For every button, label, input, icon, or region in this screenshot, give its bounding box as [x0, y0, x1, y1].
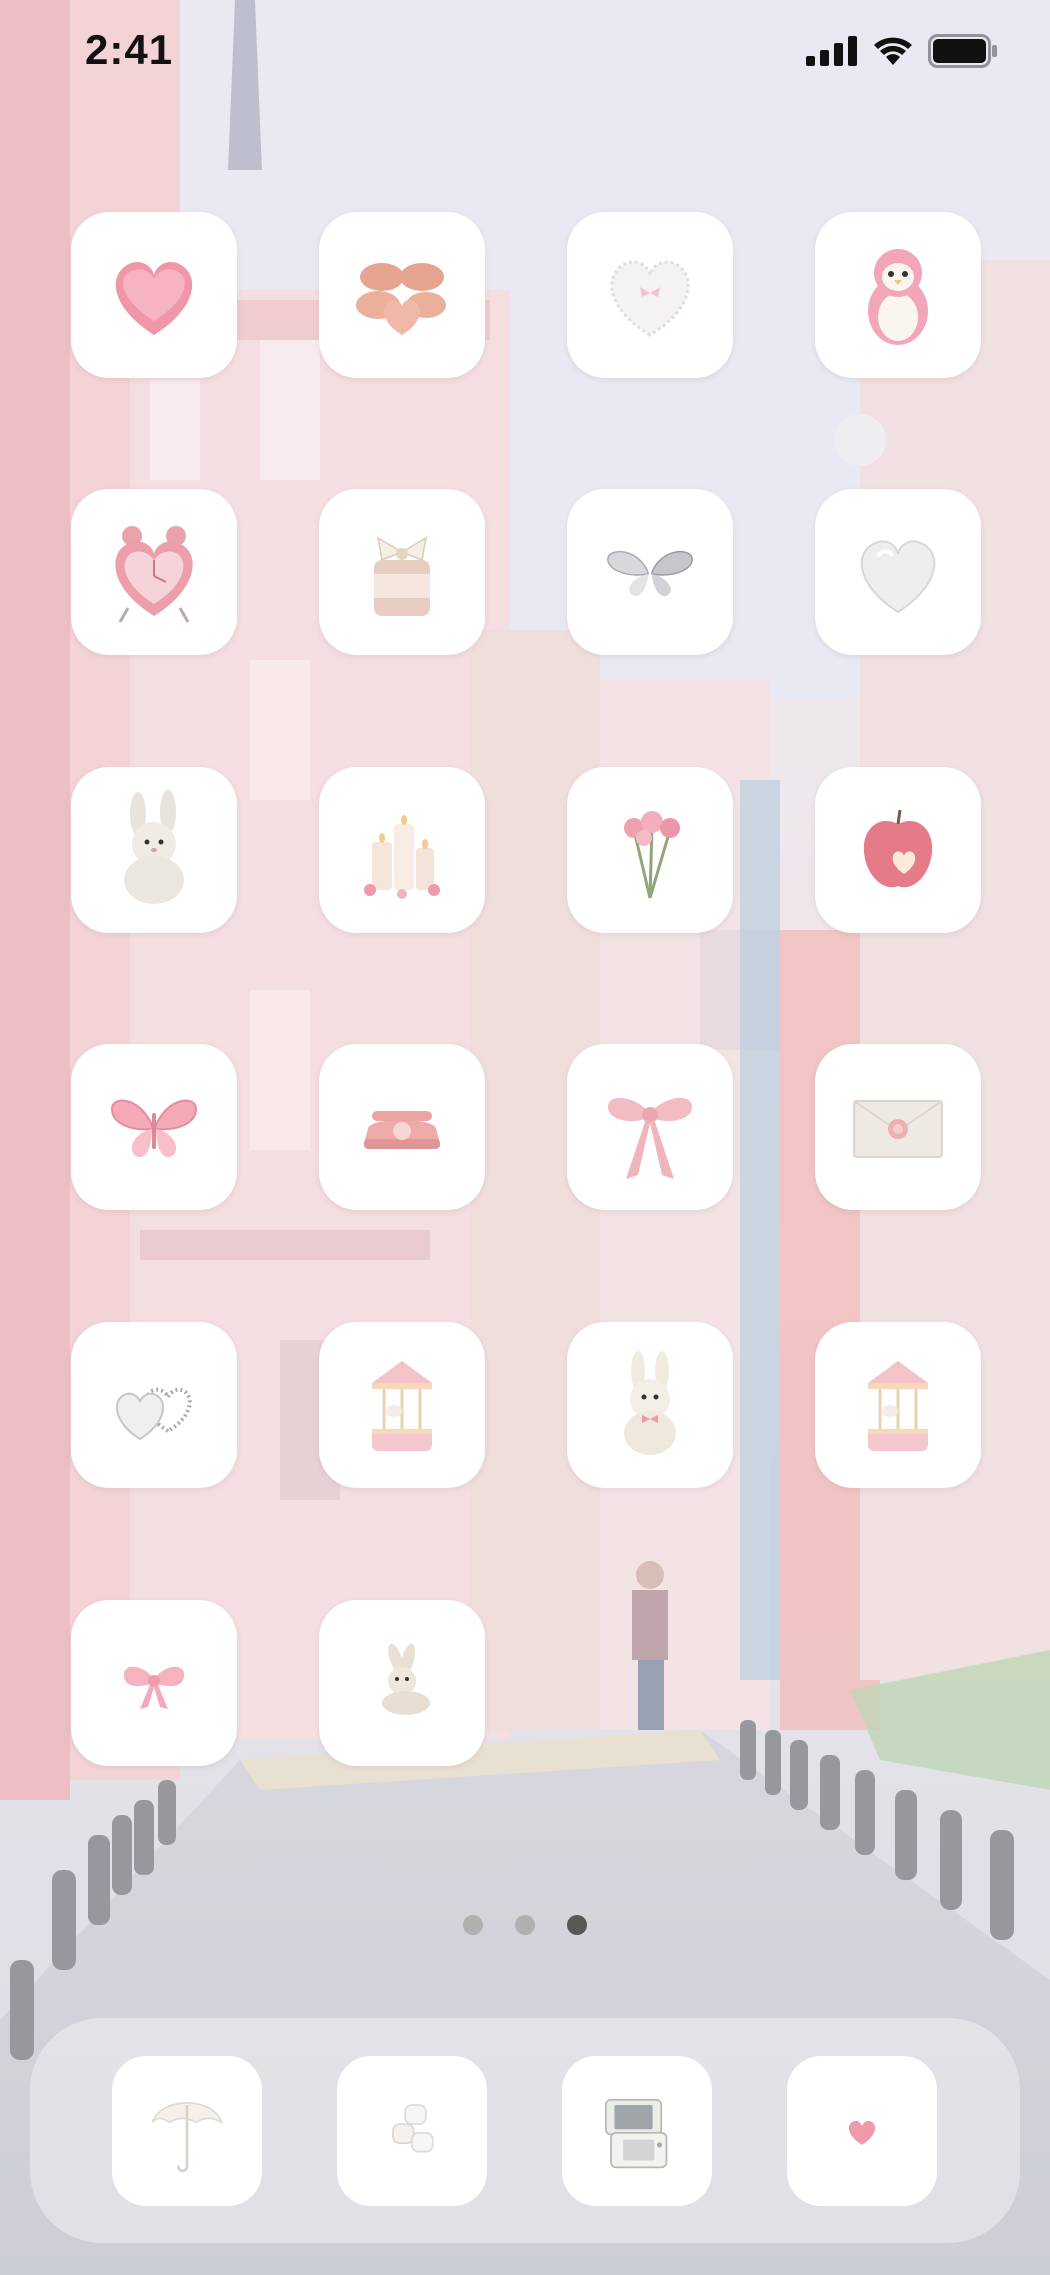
wifi-icon [874, 37, 912, 65]
app-icon-double-heart-charm[interactable] [71, 1322, 237, 1488]
pink-roses-bouquet-icon [624, 811, 680, 899]
app-icon-pink-rotary-phone[interactable] [319, 1044, 485, 1210]
candles-roses-icon [364, 815, 440, 899]
page-dot-1[interactable] [463, 1915, 483, 1935]
marshmallows-icon [392, 2104, 434, 2153]
double-heart-charm-icon [116, 1387, 192, 1441]
handheld-console-icon [604, 2098, 668, 2169]
battery-icon [928, 34, 997, 68]
app-icon-small-pink-bow[interactable] [71, 1600, 237, 1766]
app-icon-bunny-with-bow[interactable] [567, 1322, 733, 1488]
silver-butterfly-icon [607, 551, 693, 597]
app-icon-pink-butterfly[interactable] [71, 1044, 237, 1210]
pink-heart-sponge-icon [115, 261, 193, 335]
app-icon-candles-roses[interactable] [319, 767, 485, 933]
app-icon-carousel-music-box-2[interactable] [815, 1322, 981, 1488]
app-icon-pink-heart-sponge[interactable] [71, 212, 237, 378]
bunny-plush-icon [124, 790, 184, 904]
page-dot-2[interactable] [515, 1915, 535, 1935]
dock [30, 2018, 1020, 2243]
status-bar: 2:41 [0, 0, 1050, 110]
white-lace-umbrella-icon [151, 2102, 224, 2173]
app-icon-bunny-plush[interactable] [71, 767, 237, 933]
pink-penguin-plush-icon [868, 249, 928, 345]
status-icons [806, 34, 998, 68]
cellular-signal-icon [806, 36, 857, 66]
white-lace-heart-icon [610, 260, 690, 337]
dock-app-handheld-console[interactable] [562, 2056, 712, 2206]
lying-bunny-plush-icon [382, 1643, 430, 1715]
dock-app-marshmallows[interactable] [337, 2056, 487, 2206]
app-icon-pink-penguin-plush[interactable] [815, 212, 981, 378]
app-icon-carousel-music-box-1[interactable] [319, 1322, 485, 1488]
small-pink-bow-icon [123, 1666, 185, 1709]
page-dot-3-active[interactable] [567, 1915, 587, 1935]
app-icon-pink-ribbon-bow[interactable] [567, 1044, 733, 1210]
carousel-music-box-icon [868, 1361, 928, 1451]
app-icon-white-heart[interactable] [815, 489, 981, 655]
carousel-music-box-icon [372, 1361, 432, 1451]
app-icon-bow-candle-jar[interactable] [319, 489, 485, 655]
app-icon-lying-bunny-plush[interactable] [319, 1600, 485, 1766]
apple-heart-icon [863, 809, 933, 888]
dock-app-white-lace-umbrella[interactable] [112, 2056, 262, 2206]
heart-macarons-icon [356, 263, 446, 335]
bow-candle-jar-icon [374, 536, 430, 616]
dock-app-tiny-pink-heart[interactable] [787, 2056, 937, 2206]
heart-alarm-clock-icon [115, 526, 193, 623]
wax-seal-envelope-icon [853, 1100, 943, 1158]
app-icon-apple-heart[interactable] [815, 767, 981, 933]
status-time: 2:41 [85, 26, 174, 73]
bunny-with-bow-icon [624, 1351, 676, 1455]
app-icon-white-lace-heart[interactable] [567, 212, 733, 378]
app-icon-wax-seal-envelope[interactable] [815, 1044, 981, 1210]
app-icon-pink-roses-bouquet[interactable] [567, 767, 733, 933]
app-icon-heart-macarons[interactable] [319, 212, 485, 378]
app-icon-silver-butterfly[interactable] [567, 489, 733, 655]
pink-ribbon-bow-icon [608, 1097, 692, 1179]
white-heart-icon [860, 540, 936, 614]
pink-rotary-phone-icon [364, 1111, 440, 1149]
page-indicator[interactable] [0, 1915, 1050, 1935]
app-icon-heart-alarm-clock[interactable] [71, 489, 237, 655]
pink-butterfly-icon [110, 1099, 198, 1158]
tiny-pink-heart-icon [848, 2120, 876, 2145]
